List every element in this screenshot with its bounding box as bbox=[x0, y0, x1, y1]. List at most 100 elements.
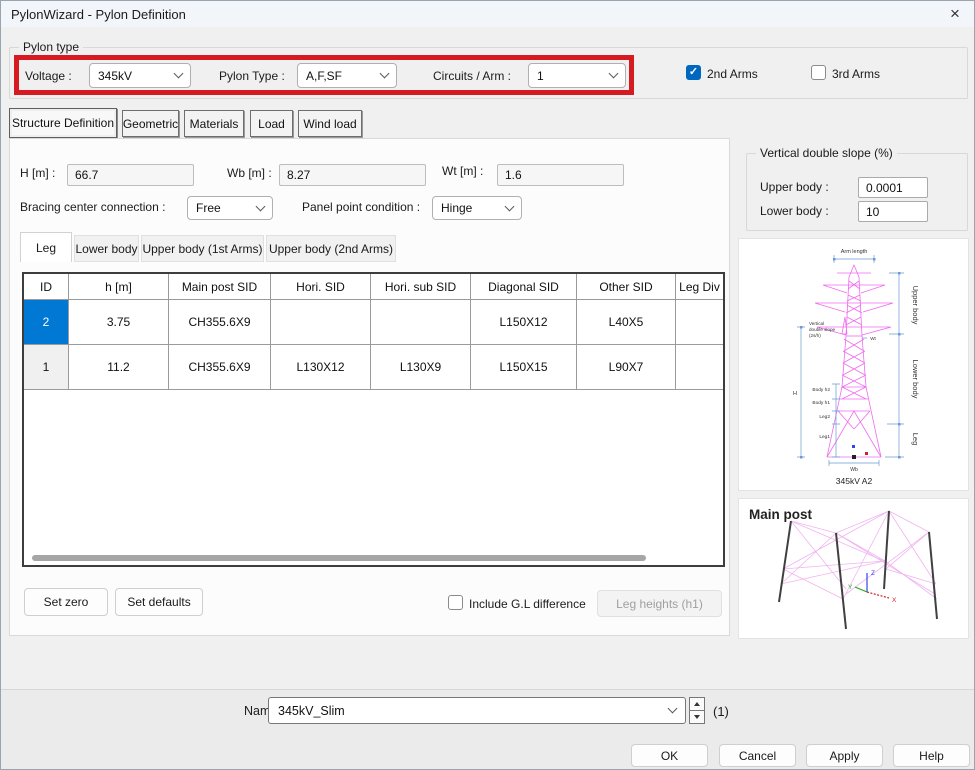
cell-leg-div[interactable] bbox=[676, 345, 723, 390]
pylon-type-select[interactable]: A,F,SF bbox=[297, 63, 397, 88]
tower-lattice bbox=[815, 265, 893, 457]
lower-body-input[interactable]: 10 bbox=[858, 201, 928, 222]
tab-leg[interactable]: Leg bbox=[20, 232, 72, 262]
chevron-down-icon bbox=[174, 69, 184, 79]
cell-hori-sub-sid[interactable] bbox=[371, 300, 471, 345]
button-label: Help bbox=[919, 749, 944, 763]
table-row[interactable]: 1 11.2 CH355.6X9 L130X12 L130X9 L150X15 … bbox=[24, 345, 723, 390]
tab-upper-body-2nd-arms[interactable]: Upper body (2nd Arms) bbox=[266, 235, 396, 262]
header-diagonal-sid[interactable]: Diagonal SID bbox=[471, 274, 577, 300]
third-arms-label: 3rd Arms bbox=[832, 67, 880, 81]
table-row[interactable]: 2 3.75 CH355.6X9 L150X12 L40X5 bbox=[24, 300, 723, 345]
tab-materials[interactable]: Materials bbox=[184, 110, 244, 137]
leg-heights-button[interactable]: Leg heights (h1) bbox=[597, 590, 722, 617]
second-arms-label: 2nd Arms bbox=[707, 67, 758, 81]
cell-leg-div[interactable] bbox=[676, 300, 723, 345]
svg-text:Y: Y bbox=[848, 584, 853, 591]
h-input[interactable]: 66.7 bbox=[67, 164, 194, 186]
include-gl-label: Include G.L difference bbox=[469, 597, 586, 611]
second-arms-checkbox[interactable]: ✓ bbox=[686, 65, 701, 80]
header-id[interactable]: ID bbox=[24, 274, 69, 300]
ok-button[interactable]: OK bbox=[631, 744, 708, 767]
row-id-cell[interactable]: 2 bbox=[24, 300, 69, 345]
cell-hori-sub-sid[interactable]: L130X9 bbox=[371, 345, 471, 390]
row-id-cell[interactable]: 1 bbox=[24, 345, 69, 390]
bracing-lines bbox=[781, 511, 937, 599]
panel-point-select[interactable]: Hinge bbox=[432, 196, 522, 220]
svg-text:345kV A2: 345kV A2 bbox=[836, 476, 873, 486]
chevron-down-icon bbox=[505, 201, 515, 211]
cell-main-post-sid[interactable]: CH355.6X9 bbox=[169, 345, 271, 390]
tab-structure-definition[interactable]: Structure Definition bbox=[9, 108, 117, 138]
tab-label: Upper body (1st Arms) bbox=[142, 242, 262, 256]
set-defaults-button[interactable]: Set defaults bbox=[115, 588, 203, 616]
header-leg-div[interactable]: Leg Div bbox=[676, 274, 723, 300]
base-node bbox=[852, 455, 856, 459]
svg-text:H: H bbox=[793, 391, 797, 397]
tower-diagram: Arm length Upper body Lower body Leg Ver… bbox=[739, 239, 968, 490]
close-icon[interactable]: × bbox=[938, 1, 972, 27]
tab-lower-body[interactable]: Lower body bbox=[74, 235, 139, 262]
button-label: Apply bbox=[829, 749, 859, 763]
name-value: 345kV_Slim bbox=[278, 704, 345, 718]
header-main-post-sid[interactable]: Main post SID bbox=[169, 274, 271, 300]
horizontal-scrollbar[interactable] bbox=[32, 555, 646, 561]
help-button[interactable]: Help bbox=[893, 744, 970, 767]
circuits-value: 1 bbox=[537, 69, 544, 83]
set-zero-button[interactable]: Set zero bbox=[24, 588, 108, 616]
tab-wind-load[interactable]: Wind load bbox=[298, 110, 362, 137]
third-arms-checkbox[interactable]: ✓ bbox=[811, 65, 826, 80]
spinner-up-button[interactable] bbox=[689, 697, 705, 711]
cell-other-sid[interactable]: L40X5 bbox=[577, 300, 676, 345]
cell-h[interactable]: 3.75 bbox=[69, 300, 169, 345]
tab-upper-body-1st-arms[interactable]: Upper body (1st Arms) bbox=[141, 235, 264, 262]
svg-text:X: X bbox=[892, 597, 897, 604]
tab-label: Geometric bbox=[123, 117, 178, 131]
wb-input[interactable]: 8.27 bbox=[279, 164, 426, 186]
dimension-ticks bbox=[800, 258, 901, 459]
svg-text:Leg1: Leg1 bbox=[819, 434, 830, 440]
cell-main-post-sid[interactable]: CH355.6X9 bbox=[169, 300, 271, 345]
tab-label: Wind load bbox=[303, 117, 356, 131]
cell-hori-sid[interactable] bbox=[271, 300, 371, 345]
header-other-sid[interactable]: Other SID bbox=[577, 274, 676, 300]
title-bar: PylonWizard - Pylon Definition × bbox=[1, 1, 975, 27]
cancel-button[interactable]: Cancel bbox=[719, 744, 796, 767]
tab-load[interactable]: Load bbox=[250, 110, 293, 137]
voltage-select[interactable]: 345kV bbox=[89, 63, 191, 88]
check-icon: ✓ bbox=[689, 67, 698, 78]
tab-label: Structure Definition bbox=[12, 116, 114, 130]
pylon-type-group-label: Pylon type bbox=[19, 40, 83, 54]
main-post-box: Main post Z X Y bbox=[738, 498, 969, 639]
circuits-select[interactable]: 1 bbox=[528, 63, 626, 88]
wt-input[interactable]: 1.6 bbox=[497, 164, 624, 186]
include-gl-checkbox[interactable]: ✓ bbox=[448, 595, 463, 610]
tab-geometric[interactable]: Geometric bbox=[122, 110, 179, 137]
cell-other-sid[interactable]: L90X7 bbox=[577, 345, 676, 390]
tab-label: Leg bbox=[36, 241, 56, 255]
cell-h[interactable]: 11.2 bbox=[69, 345, 169, 390]
vds-group-label: Vertical double slope (%) bbox=[756, 146, 897, 160]
header-hori-sub-sid[interactable]: Hori. sub SID bbox=[371, 274, 471, 300]
table-header-row: ID h [m] Main post SID Hori. SID Hori. s… bbox=[24, 274, 723, 300]
svg-text:Vertical: Vertical bbox=[809, 321, 824, 326]
voltage-label: Voltage : bbox=[25, 69, 72, 83]
svg-text:Body h2: Body h2 bbox=[812, 387, 830, 393]
apply-button[interactable]: Apply bbox=[806, 744, 883, 767]
chevron-down-icon bbox=[668, 704, 678, 714]
name-count: (1) bbox=[713, 704, 729, 719]
cell-hori-sid[interactable]: L130X12 bbox=[271, 345, 371, 390]
upper-body-input[interactable]: 0.0001 bbox=[858, 177, 928, 198]
chevron-down-icon bbox=[609, 69, 619, 79]
svg-text:Leg2: Leg2 bbox=[819, 414, 830, 420]
cell-diagonal-sid[interactable]: L150X12 bbox=[471, 300, 577, 345]
button-label: Cancel bbox=[739, 749, 776, 763]
header-h[interactable]: h [m] bbox=[69, 274, 169, 300]
bracing-select[interactable]: Free bbox=[187, 196, 273, 220]
spinner-down-button[interactable] bbox=[689, 711, 705, 724]
circuits-label: Circuits / Arm : bbox=[433, 69, 511, 83]
header-hori-sid[interactable]: Hori. SID bbox=[271, 274, 371, 300]
cell-diagonal-sid[interactable]: L150X15 bbox=[471, 345, 577, 390]
button-label: Set defaults bbox=[127, 595, 190, 609]
name-select[interactable]: 345kV_Slim bbox=[268, 697, 686, 724]
